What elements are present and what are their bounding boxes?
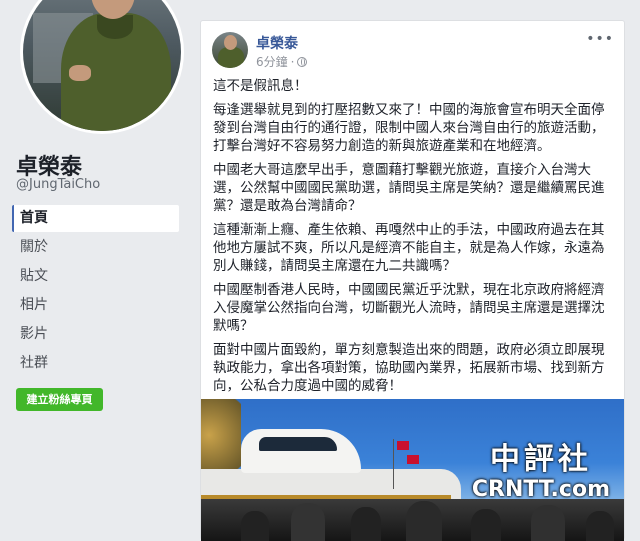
photo-person <box>406 501 442 541</box>
post-avatar-head <box>224 35 237 50</box>
profile-picture-frame[interactable] <box>20 0 184 134</box>
photo-person <box>291 503 325 541</box>
photo-boat-cabin <box>241 429 361 473</box>
photo-person <box>351 507 381 541</box>
post-paragraph: 每逢選舉就見到的打壓招數又來了！中國的海旅會宣布明天全面停發到台灣自由行的通行證… <box>213 102 605 154</box>
post-author-name[interactable]: 卓榮泰 <box>256 33 298 53</box>
post-card: 卓榮泰 6分鐘 · ••• 這不是假訊息！ 每逢選舉就見到的打壓招數又來了！中國的… <box>200 20 625 541</box>
nav-item-videos[interactable]: 影片 <box>12 321 179 348</box>
photo-person <box>471 509 501 541</box>
image-watermark: 中評社 CRNTT.com <box>472 443 610 503</box>
photo-flag <box>407 455 419 464</box>
post-avatar-body <box>218 47 244 68</box>
create-page-button[interactable]: 建立粉絲專頁 <box>16 388 103 411</box>
post-paragraph: 這種漸漸上癮、產生依賴、再嘎然中止的手法，中國政府過去在其他地方屢試不爽，所以凡… <box>213 222 605 274</box>
nav-item-posts[interactable]: 貼文 <box>12 263 179 290</box>
page-nav: 首頁 關於 貼文 相片 影片 社群 <box>12 205 179 379</box>
left-column: 卓榮泰 @JungTaiCho 首頁 關於 貼文 相片 影片 社群 建立粉絲專頁 <box>0 0 190 532</box>
post-paragraph: 這不是假訊息！ <box>213 78 308 94</box>
photo-flag <box>397 441 409 450</box>
profile-handle: @JungTaiCho <box>16 177 101 192</box>
post-meta: 6分鐘 · <box>256 53 308 70</box>
post-paragraph: 中國壓制香港人民時，中國國民黨近乎沈默，現在北京政府將經濟入侵魔掌公然指向台灣，… <box>213 282 605 334</box>
profile-picture[interactable] <box>23 0 181 131</box>
photo-crowd <box>201 499 624 541</box>
avatar-hand <box>69 65 91 81</box>
post-timestamp[interactable]: 6分鐘 <box>256 55 288 69</box>
more-options-icon[interactable]: ••• <box>586 31 614 47</box>
nav-item-photos[interactable]: 相片 <box>12 292 179 319</box>
post-paragraph: 面對中國片面毀約，單方刻意製造出來的問題，政府必須立即展現執政能力，拿出各項對策… <box>213 342 605 394</box>
globe-icon <box>297 57 308 67</box>
nav-item-about[interactable]: 關於 <box>12 234 179 261</box>
post-photo[interactable]: 中評社 CRNTT.com <box>201 399 624 541</box>
photo-mast <box>393 439 394 489</box>
post-body: 這不是假訊息！ 每逢選舉就見到的打壓招數又來了！中國的海旅會宣布明天全面停發到台… <box>213 77 615 401</box>
nav-item-community[interactable]: 社群 <box>12 350 179 377</box>
photo-person <box>241 511 269 541</box>
photo-boat-window <box>259 437 337 451</box>
nav-item-home[interactable]: 首頁 <box>12 205 179 232</box>
meta-separator: · <box>290 55 295 69</box>
photo-person <box>531 505 565 541</box>
post-author-avatar[interactable] <box>212 32 248 68</box>
photo-person <box>586 511 614 541</box>
watermark-chinese: 中評社 <box>489 442 592 477</box>
post-paragraph: 中國老大哥這麼早出手，意圖藉打擊觀光旅遊，直接介入台灣大選，公然幫中國國民黨助選… <box>213 162 605 214</box>
watermark-english: CRNTT.com <box>471 477 610 502</box>
